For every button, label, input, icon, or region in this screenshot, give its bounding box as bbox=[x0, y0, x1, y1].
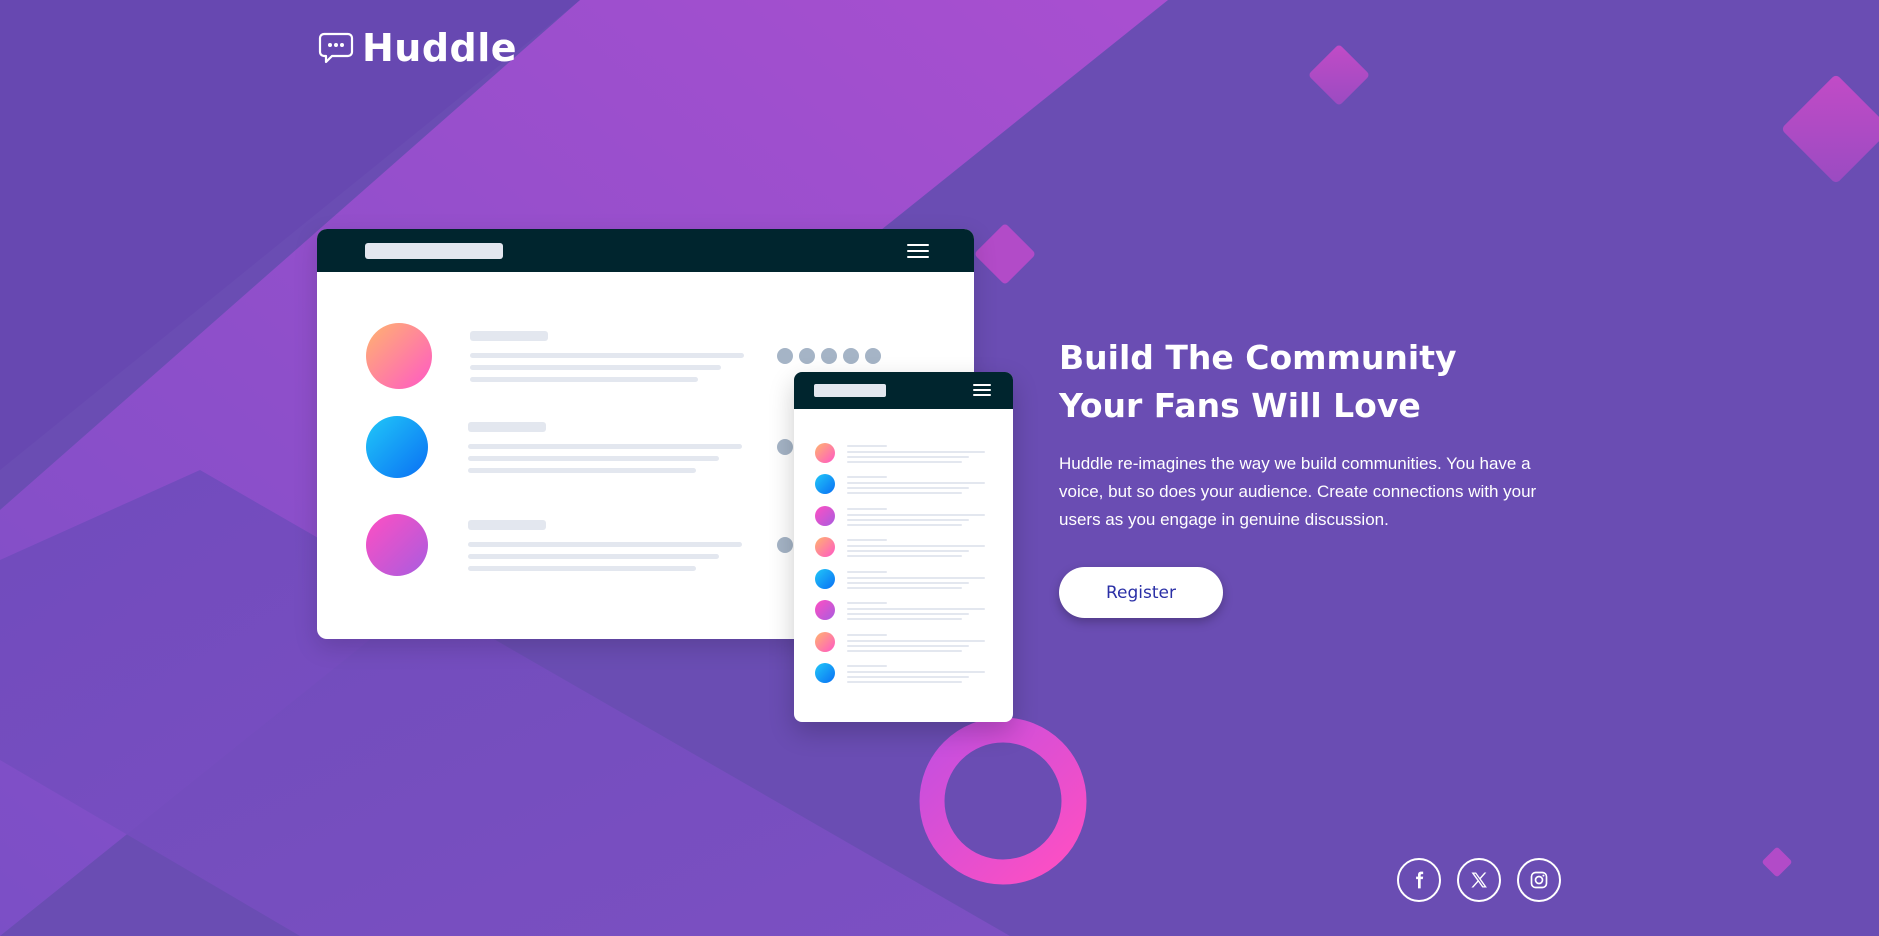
avatar bbox=[366, 323, 432, 389]
mockup-row bbox=[815, 505, 995, 529]
chat-bubble-icon bbox=[318, 32, 354, 64]
mockup-dot bbox=[777, 537, 793, 553]
mockup-title-placeholder bbox=[814, 384, 886, 397]
hero-description: Huddle re-imagines the way we build comm… bbox=[1059, 454, 1537, 529]
instagram-icon bbox=[1530, 871, 1548, 889]
mockup-dot bbox=[799, 348, 815, 364]
hamburger-menu-icon bbox=[907, 244, 929, 262]
mockup-row bbox=[815, 631, 995, 655]
avatar bbox=[366, 514, 428, 576]
mockup-title-placeholder bbox=[365, 243, 503, 259]
mockup-row bbox=[815, 568, 995, 592]
mockup-dot bbox=[821, 348, 837, 364]
mockup-dot bbox=[777, 439, 793, 455]
mockup-row bbox=[815, 662, 995, 686]
mockup-dot bbox=[777, 348, 793, 364]
brand-name: Huddle bbox=[362, 26, 518, 70]
avatar bbox=[366, 416, 428, 478]
mockup-top-bar bbox=[317, 229, 974, 272]
mockup-top-bar bbox=[794, 372, 1013, 409]
mockup-row bbox=[815, 536, 995, 560]
x-icon bbox=[1471, 872, 1487, 888]
mockup-row bbox=[815, 473, 995, 497]
mockup-row bbox=[815, 599, 995, 623]
facebook-link[interactable] bbox=[1397, 858, 1441, 902]
register-button[interactable]: Register bbox=[1059, 567, 1223, 618]
hero-title: Build The Community Your Fans Will Love bbox=[1059, 338, 1457, 425]
mockup-dot bbox=[865, 348, 881, 364]
x-link[interactable] bbox=[1457, 858, 1501, 902]
mockup-row bbox=[815, 442, 995, 466]
mockup-dot bbox=[843, 348, 859, 364]
facebook-icon bbox=[1416, 871, 1424, 889]
brand-logo[interactable]: Huddle bbox=[318, 26, 517, 70]
instagram-link[interactable] bbox=[1517, 858, 1561, 902]
hamburger-menu-icon bbox=[973, 384, 991, 399]
mobile-mockup-illustration bbox=[794, 372, 1013, 722]
